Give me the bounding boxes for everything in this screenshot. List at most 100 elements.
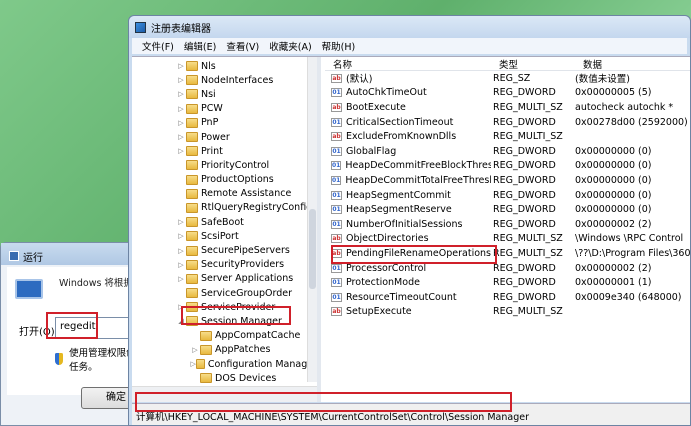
folder-icon: [186, 245, 198, 256]
folder-icon: [186, 217, 198, 228]
tree-scroll-thumb[interactable]: [309, 209, 316, 289]
value-row[interactable]: 01 ProtectionMode REG_DWORD 0x00000001 (1): [325, 275, 690, 290]
value-row[interactable]: ab BootExecute REG_MULTI_SZ autocheck autoc…: [325, 100, 690, 115]
tree-item[interactable]: ▷ Configuration Manager: [176, 357, 317, 371]
value-name-cell: 01 ProcessorControl: [325, 263, 491, 274]
expand-arrow-icon[interactable]: ▷: [176, 76, 186, 84]
binary-value-icon: 01: [331, 88, 342, 98]
value-data: 0x00000001 (1): [575, 277, 652, 289]
value-row[interactable]: 01 CriticalSectionTimeout REG_DWORD 0x00278…: [325, 115, 690, 130]
value-type: REG_DWORD: [493, 277, 556, 289]
value-row[interactable]: 01 NumberOfInitialSessions REG_DWORD 0x0000…: [325, 217, 690, 232]
tree-item[interactable]: ▷ ScsiPort: [176, 229, 317, 243]
tree-item[interactable]: ▷ Server Applications: [176, 272, 317, 286]
tree-item[interactable]: ▷ SecurityProviders: [176, 258, 317, 272]
value-row[interactable]: 01 ProcessorControl REG_DWORD 0x00000002 (2…: [325, 261, 690, 276]
value-type: REG_DWORD: [493, 116, 556, 128]
tree-item[interactable]: ▷ ServiceProvider: [176, 300, 317, 314]
value-row[interactable]: 01 HeapSegmentCommit REG_DWORD 0x00000000 (…: [325, 188, 690, 203]
tree-horizontal-scrollbar[interactable]: [132, 386, 317, 402]
value-row[interactable]: 01HeapDeCommitFreeBlockThresholdREG_DWOR…: [325, 159, 690, 174]
tree-item[interactable]: RtlQueryRegistryConfig: [176, 201, 317, 215]
binary-value-icon: 01: [331, 117, 342, 127]
expand-arrow-icon[interactable]: ▷: [176, 147, 186, 155]
binary-value-icon: 01: [331, 205, 342, 215]
value-row[interactable]: 01 AutoChkTimeOut REG_DWORD 0x00000005 (5): [325, 86, 690, 101]
tree-item[interactable]: ▷ NodeInterfaces: [176, 73, 317, 87]
expand-arrow-icon[interactable]: ▷: [176, 303, 186, 311]
value-name: ExcludeFromKnownDlls: [346, 131, 457, 143]
expand-arrow-icon[interactable]: ▷: [176, 90, 186, 98]
value-name: ProtectionMode: [346, 277, 420, 289]
expand-arrow-icon[interactable]: ▷: [176, 62, 186, 70]
binary-value-icon: 01: [331, 190, 342, 200]
tree-vertical-scrollbar[interactable]: [307, 57, 317, 382]
value-row[interactable]: 01 ResourceTimeoutCount REG_DWORD 0x0009e34…: [325, 290, 690, 305]
tree-item[interactable]: ◢ Session Manager: [176, 314, 317, 328]
menu-file[interactable]: 文件(F): [142, 39, 174, 53]
menu-view[interactable]: 查看(V): [226, 39, 259, 53]
folder-icon: [186, 288, 198, 299]
tree-item[interactable]: ▷ Nsi: [176, 87, 317, 101]
value-data: (数值未设置): [575, 74, 630, 86]
value-data: \Windows \RPC Control: [575, 233, 684, 245]
tree-item[interactable]: ProductOptions: [176, 173, 317, 187]
expand-arrow-icon[interactable]: ▷: [176, 133, 186, 141]
tree-item[interactable]: ▷ Print: [176, 144, 317, 158]
menu-help[interactable]: 帮助(H): [322, 39, 356, 53]
tree-item[interactable]: ▷ SafeBoot: [176, 215, 317, 229]
expand-arrow-icon[interactable]: ▷: [176, 218, 186, 226]
value-name: HeapSegmentReserve: [346, 204, 452, 216]
folder-icon: [186, 174, 198, 185]
expand-arrow-icon[interactable]: ▷: [176, 247, 186, 255]
value-row[interactable]: ab SetupExecute REG_MULTI_SZ: [325, 305, 690, 320]
value-row[interactable]: 01 HeapSegmentReserve REG_DWORD 0x00000000 …: [325, 202, 690, 217]
value-row[interactable]: ab ObjectDirectories REG_MULTI_SZ \Windows …: [325, 232, 690, 247]
expand-arrow-icon[interactable]: ▷: [176, 105, 186, 113]
tree-item-label: Configuration Manager: [207, 358, 317, 370]
tree-item-label: PriorityControl: [201, 159, 270, 171]
expand-arrow-icon[interactable]: ▷: [176, 232, 186, 240]
binary-value-icon: 01: [331, 292, 342, 302]
value-row[interactable]: ab PendingFileRenameOperations REG_MULTI_S…: [325, 246, 690, 261]
binary-value-icon: 01: [331, 278, 342, 288]
tree-item[interactable]: ▷ PnP: [176, 116, 317, 130]
expand-arrow-icon[interactable]: ▷: [176, 261, 186, 269]
tree-item[interactable]: AppCompatCache: [176, 329, 317, 343]
value-type: REG_DWORD: [493, 189, 556, 201]
collapse-arrow-icon[interactable]: ◢: [176, 317, 186, 325]
expand-arrow-icon[interactable]: ▷: [176, 275, 186, 283]
menu-favorites[interactable]: 收藏夹(A): [269, 39, 311, 53]
tree-item[interactable]: ServiceGroupOrder: [176, 286, 317, 300]
value-name-cell: 01HeapDeCommitTotalFreeThreshold: [325, 175, 491, 186]
status-bar-path: 计算机\HKEY_LOCAL_MACHINE\SYSTEM\CurrentCon…: [132, 403, 690, 425]
run-app-icon: [9, 251, 19, 261]
tree-item[interactable]: ▷ PCW: [176, 102, 317, 116]
regedit-panes: ▷ Nls ▷ NodeInterfaces ▷ Nsi ▷ PCW ▷ PnP ▷ Power ▷ Pr…: [132, 56, 690, 402]
tree-item[interactable]: ▷ Nls: [176, 59, 317, 73]
folder-icon: [186, 117, 198, 128]
value-row[interactable]: ab (默认) REG_SZ (数值未设置): [325, 71, 690, 86]
folder-icon: [186, 188, 198, 199]
value-row[interactable]: 01HeapDeCommitTotalFreeThresholdREG_DWOR…: [325, 173, 690, 188]
column-data[interactable]: 数据: [575, 57, 690, 71]
folder-icon: [186, 61, 198, 72]
tree-item-label: ProductOptions: [201, 174, 274, 186]
value-name-cell: ab SetupExecute: [325, 306, 491, 317]
tree-item[interactable]: PriorityControl: [176, 158, 317, 172]
tree-item[interactable]: ▷ SecurePipeServers: [176, 243, 317, 257]
tree-item[interactable]: ▷ AppPatches: [176, 343, 317, 357]
menu-bar: 文件(F) 编辑(E) 查看(V) 收藏夹(A) 帮助(H): [132, 38, 687, 54]
tree-item[interactable]: Remote Assistance: [176, 187, 317, 201]
value-row[interactable]: 01 GlobalFlag REG_DWORD 0x00000000 (0): [325, 144, 690, 159]
menu-edit[interactable]: 编辑(E): [184, 39, 216, 53]
expand-arrow-icon[interactable]: ▷: [176, 119, 186, 127]
column-type[interactable]: 类型: [491, 57, 575, 71]
column-name[interactable]: 名称: [325, 57, 491, 71]
tree-item[interactable]: DOS Devices: [176, 371, 317, 385]
tree-item[interactable]: ▷ Power: [176, 130, 317, 144]
regedit-titlebar[interactable]: 注册表编辑器: [129, 16, 690, 38]
value-row[interactable]: ab ExcludeFromKnownDlls REG_MULTI_SZ: [325, 129, 690, 144]
expand-arrow-icon[interactable]: ▷: [190, 346, 200, 354]
tree-item-label: AppCompatCache: [215, 330, 301, 342]
